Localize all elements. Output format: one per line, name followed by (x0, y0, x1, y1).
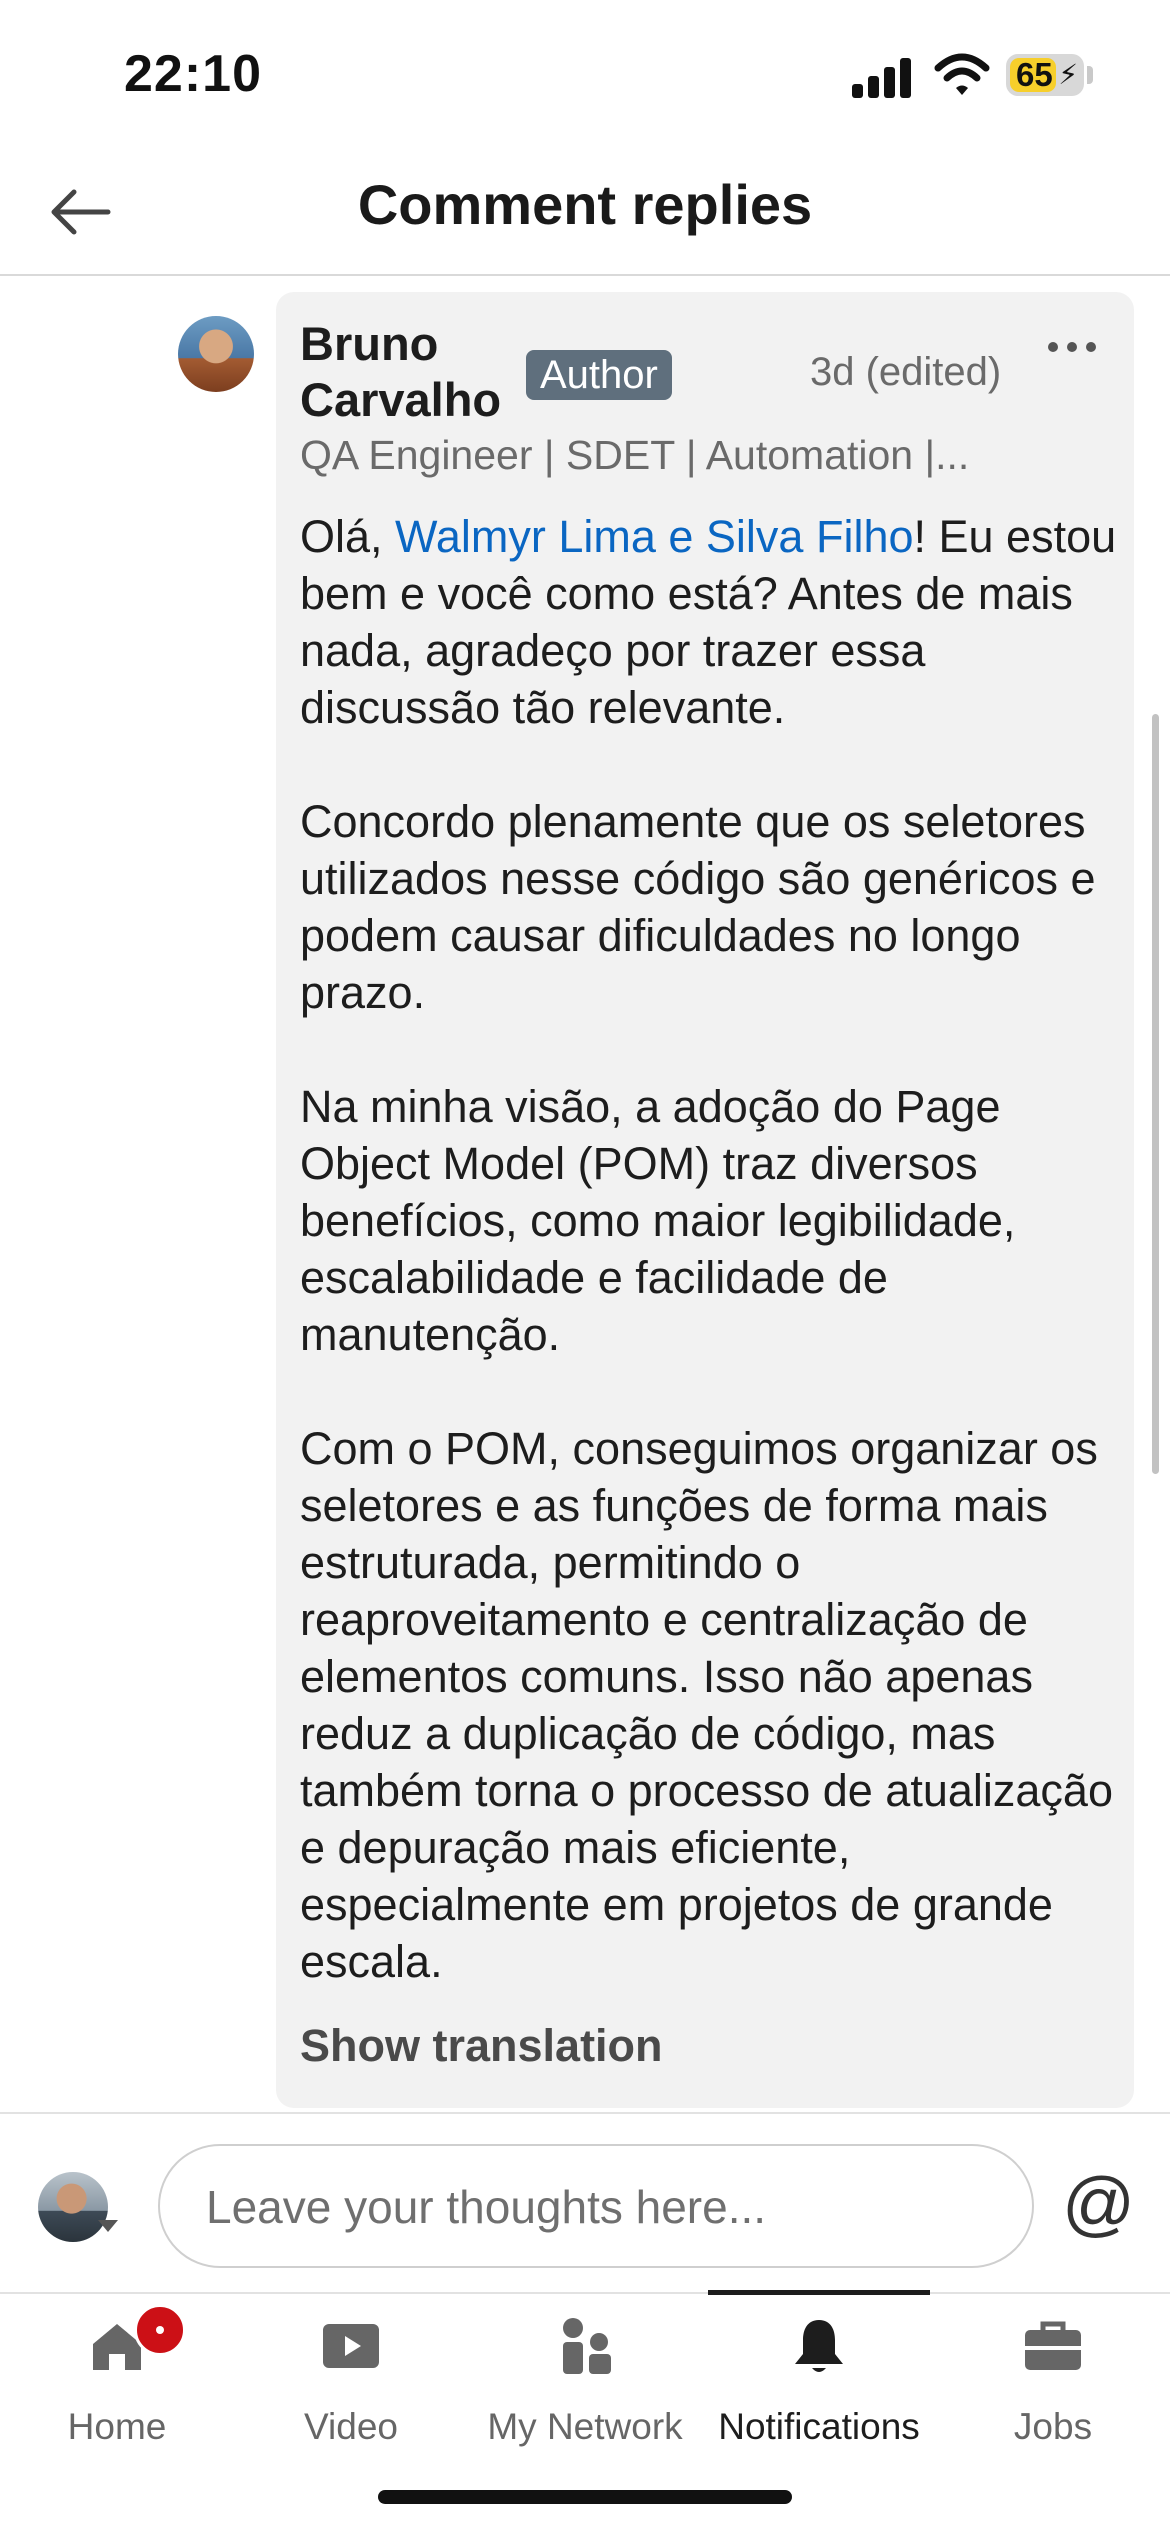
comment-timestamp: 3d (edited) (810, 350, 1002, 394)
people-icon (563, 2318, 611, 2374)
briefcase-icon (1025, 2321, 1081, 2370)
nav-item-jobs[interactable]: Jobs (936, 2294, 1170, 2454)
mention-icon[interactable]: @ (1062, 2168, 1135, 2240)
comment-paragraph: Com o POM, conseguimos organizar os sele… (300, 1423, 1113, 1987)
cellular-signal-icon (852, 56, 914, 98)
nav-item-home[interactable]: Home (0, 2294, 234, 2454)
notification-badge (134, 2304, 186, 2356)
comment-paragraph: Olá, Walmyr Lima e Silva Filho! Eu estou… (300, 508, 1120, 736)
bell-icon (795, 2320, 843, 2372)
ellipsis-icon[interactable] (1048, 336, 1098, 360)
reply-composer: @ (0, 2112, 1170, 2294)
reply-input[interactable] (204, 2146, 988, 2268)
author-name[interactable]: Bruno Carvalho (300, 316, 510, 428)
charging-bolt-icon: ⚡ (1058, 59, 1078, 90)
greeting-text: Olá, (300, 511, 396, 562)
nav-item-video[interactable]: Video (234, 2294, 468, 2454)
show-translation-button[interactable]: Show translation (300, 2020, 663, 2072)
reply-input-box[interactable] (158, 2144, 1034, 2268)
home-indicator[interactable] (378, 2490, 792, 2504)
mention-link[interactable]: Walmyr Lima e Silva Filho (395, 511, 913, 562)
nav-item-notifications[interactable]: Notifications (702, 2290, 936, 2454)
video-play-icon (323, 2324, 379, 2368)
nav-label: Jobs (1013, 2406, 1093, 2447)
status-bar: 22:10 65 ⚡ (0, 0, 1170, 150)
author-badge: Author (526, 350, 672, 400)
wifi-icon (934, 53, 990, 95)
page-header: Comment replies (0, 150, 1170, 276)
comment-text: Olá, Walmyr Lima e Silva Filho! Eu estou… (300, 508, 1120, 1990)
nav-item-my-network[interactable]: My Network (468, 2294, 702, 2454)
nav-label: Home (67, 2406, 167, 2447)
battery-icon: 65 ⚡ (1006, 54, 1084, 96)
author-headline: QA Engineer | SDET | Automation |... (300, 432, 970, 478)
nav-label: My Network (487, 2406, 683, 2447)
clock: 22:10 (124, 45, 262, 103)
comment-paragraph: Na minha visão, a adoção do Page Object … (300, 1081, 1016, 1360)
scrollbar[interactable] (1152, 714, 1159, 1474)
nav-label: Video (304, 2406, 398, 2447)
chevron-down-icon[interactable] (98, 2220, 118, 2232)
author-avatar[interactable] (178, 316, 254, 392)
battery-percent: 65 (1016, 56, 1053, 93)
nav-label: Notifications (718, 2406, 920, 2447)
active-tab-indicator (708, 2290, 930, 2295)
comment-paragraph: Concordo plenamente que os seletores uti… (300, 796, 1096, 1018)
page-title: Comment replies (357, 173, 813, 236)
battery-cap (1087, 66, 1093, 84)
